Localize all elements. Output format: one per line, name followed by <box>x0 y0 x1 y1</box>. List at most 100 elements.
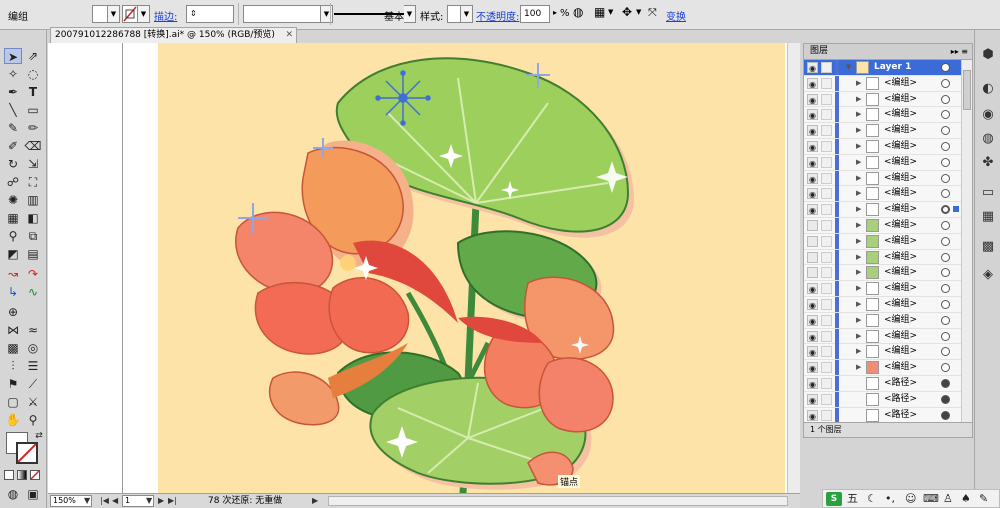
visibility-eye-icon[interactable]: ◉ <box>807 204 818 216</box>
target-icon[interactable] <box>941 363 950 373</box>
user-icon[interactable]: ♙ <box>943 491 953 507</box>
bar-graph-tool-icon[interactable]: ▤ <box>24 246 42 262</box>
lock-toggle[interactable] <box>821 393 832 405</box>
layer-row[interactable]: ▶ <编组> <box>804 249 961 266</box>
opacity-link[interactable]: 不透明度: <box>476 8 519 23</box>
visibility-eye-icon[interactable] <box>807 235 818 247</box>
last-artboard-icon[interactable]: ▶| <box>168 495 177 507</box>
visibility-eye-icon[interactable]: ◉ <box>807 377 818 389</box>
swap-colors-icon[interactable]: ⇄ <box>30 428 48 444</box>
lock-toggle[interactable] <box>821 377 832 389</box>
color-mode-button[interactable] <box>4 470 14 480</box>
target-icon[interactable] <box>941 284 950 294</box>
expand-triangle-icon[interactable]: ▶ <box>856 110 861 118</box>
target-icon[interactable] <box>941 299 950 309</box>
draw-mode-icon[interactable]: ◍ <box>4 486 22 502</box>
brushes-icon[interactable]: ◍ <box>979 130 997 148</box>
column-graph-tool-icon[interactable]: ▥ <box>24 192 42 208</box>
target-icon[interactable] <box>941 394 950 404</box>
lasso-tool-icon[interactable]: ◌ <box>24 66 42 82</box>
visibility-eye-icon[interactable]: ◉ <box>807 330 818 342</box>
layer-row[interactable]: ◉ ▶ <编组> <box>804 328 961 345</box>
selection-indicator[interactable] <box>953 206 959 213</box>
expand-triangle-icon[interactable]: ▼ <box>846 63 851 71</box>
target-icon[interactable] <box>941 205 950 215</box>
green-wave-tool-icon[interactable]: ∿ <box>24 284 42 300</box>
crosshair-tool-icon[interactable]: ⊕ <box>4 304 22 320</box>
artboard-tool-icon[interactable]: ▢ <box>4 394 22 410</box>
layer-row[interactable]: ◉ ▶ <编组> <box>804 186 961 203</box>
artboard[interactable]: 锚点 <box>158 43 785 493</box>
brush-dropdown[interactable]: ▼ <box>404 5 416 23</box>
lock-toggle[interactable] <box>821 251 832 263</box>
target-icon[interactable] <box>941 220 950 230</box>
opacity-stepper-icon[interactable]: ▸ <box>553 8 557 17</box>
lock-toggle[interactable] <box>821 362 832 374</box>
target-icon[interactable] <box>941 268 950 278</box>
expand-triangle-icon[interactable]: ▶ <box>856 126 861 134</box>
expand-triangle-icon[interactable]: ▶ <box>856 79 861 87</box>
visibility-eye-icon[interactable]: ◉ <box>807 188 818 200</box>
expand-triangle-icon[interactable]: ▶ <box>856 189 861 197</box>
transform-link[interactable]: 变换 <box>666 8 686 23</box>
pencil-tool-icon[interactable]: ✏ <box>24 120 42 136</box>
keyboard-icon[interactable]: ⌨ <box>923 491 939 507</box>
layer-row[interactable]: ▶ <编组> <box>804 233 961 250</box>
layer-row[interactable]: ▶ <编组> <box>804 217 961 234</box>
lock-toggle[interactable] <box>821 77 832 89</box>
isolate-dropdown-icon[interactable]: ▼ <box>636 8 641 16</box>
layer-row[interactable]: ◉ ▶ <编组> <box>804 123 961 139</box>
swatches-icon[interactable]: ◉ <box>979 106 997 124</box>
target-icon[interactable] <box>941 252 950 262</box>
visibility-eye-icon[interactable] <box>807 219 818 231</box>
prev-artboard-icon[interactable]: ◀ <box>112 495 118 507</box>
slice-tool-icon[interactable]: ⟋ <box>24 376 42 392</box>
zoom-tool-icon[interactable]: ⚲ <box>24 412 42 428</box>
visibility-eye-icon[interactable]: ◉ <box>807 172 818 184</box>
fill-swatch[interactable] <box>92 5 108 23</box>
rotate-tool-icon[interactable]: ↻ <box>4 156 22 172</box>
zoom-dropdown-icon[interactable]: ▼ <box>84 495 90 507</box>
twirl-tool-icon[interactable]: ◎ <box>24 340 42 356</box>
lock-toggle[interactable] <box>821 346 832 358</box>
wave-distort-tool-icon[interactable]: ≈ <box>24 322 42 338</box>
moon-icon[interactable]: ☾ <box>867 491 877 507</box>
target-icon[interactable] <box>941 236 950 246</box>
layer-row[interactable]: ◉ ▶ <编组> <box>804 202 961 218</box>
visibility-eye-icon[interactable]: ◉ <box>807 62 818 73</box>
visibility-eye-icon[interactable]: ◉ <box>807 362 818 374</box>
lock-toggle[interactable] <box>821 409 832 421</box>
visibility-eye-icon[interactable]: ◉ <box>807 140 818 152</box>
layer-row[interactable]: ◉ ▶ <编组> <box>804 75 961 92</box>
expand-triangle-icon[interactable]: ▶ <box>856 300 861 308</box>
target-icon[interactable] <box>941 410 950 420</box>
stroke-link[interactable]: 描边: <box>154 8 177 23</box>
stroke-dropdown[interactable]: ▼ <box>138 5 150 23</box>
align-dropdown-icon[interactable]: ▼ <box>608 8 613 16</box>
direct-selection-tool-icon[interactable]: ⇗ <box>24 48 42 64</box>
eyedropper-tool-icon[interactable]: ⚲ <box>4 228 22 244</box>
lock-toggle[interactable] <box>821 267 832 279</box>
expand-triangle-icon[interactable]: ▶ <box>856 268 861 276</box>
wrench-icon[interactable]: ✎ <box>979 491 988 507</box>
rectangle-tool-icon[interactable]: ▭ <box>24 102 42 118</box>
mesh-tool-icon[interactable]: ▦ <box>4 210 22 226</box>
lock-toggle[interactable] <box>821 156 832 168</box>
type-tool-icon[interactable]: T <box>24 84 42 100</box>
visibility-eye-icon[interactable]: ◉ <box>807 77 818 89</box>
layer-row[interactable]: ◉ ▶ <编组> <box>804 91 961 108</box>
opacity-field[interactable]: 100 <box>520 5 550 23</box>
target-icon[interactable] <box>941 189 950 199</box>
target-icon[interactable] <box>941 110 950 120</box>
visibility-eye-icon[interactable]: ◉ <box>807 346 818 358</box>
expand-triangle-icon[interactable]: ▶ <box>856 142 861 150</box>
free-transform-tool-icon[interactable]: ⛶ <box>24 174 42 190</box>
layer-row[interactable]: ◉ <路径> <box>804 375 961 392</box>
expand-triangle-icon[interactable]: ▶ <box>856 284 861 292</box>
layer-row[interactable]: ◉ ▶ <编组> <box>804 154 961 171</box>
layer-row[interactable]: ◉ ▶ <编组> <box>804 281 961 297</box>
layer-row[interactable]: ◉ ▶ <编组> <box>804 360 961 376</box>
lock-toggle[interactable] <box>821 109 832 121</box>
align-icon[interactable]: ▦ <box>594 5 605 19</box>
target-icon[interactable] <box>941 315 950 325</box>
